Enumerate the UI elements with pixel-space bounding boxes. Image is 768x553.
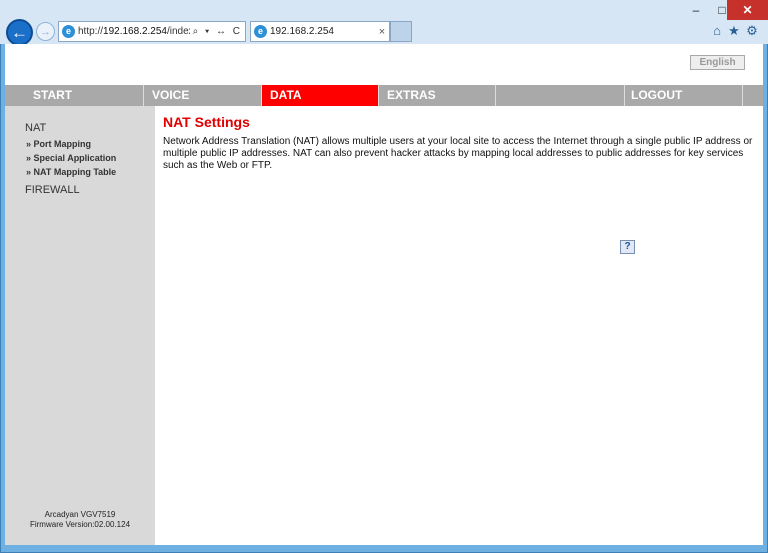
nav-data[interactable]: DATA — [262, 85, 379, 106]
nav-voice[interactable]: VOICE — [144, 85, 262, 106]
help-icon[interactable]: ? — [620, 240, 635, 254]
sidebar-item-nat-mapping-table[interactable]: » NAT Mapping Table — [26, 167, 116, 177]
main-nav: START VOICE DATA EXTRAS LOGOUT — [5, 85, 763, 106]
tab-ie-icon: e — [254, 25, 267, 38]
browser-tab[interactable]: e 192.168.2.254 × — [250, 21, 390, 42]
nav-logout[interactable]: LOGOUT — [625, 85, 743, 106]
language-button[interactable]: English — [690, 55, 745, 70]
star-icon[interactable]: ★ — [726, 23, 742, 39]
sidebar-item-special-application[interactable]: » Special Application — [26, 153, 116, 163]
device-model: Arcadyan VGV7519 — [44, 510, 116, 519]
minimize-button[interactable]: – — [683, 0, 709, 20]
address-host: 192.168.2.254 — [103, 26, 167, 37]
nav-blank — [496, 85, 625, 106]
address-path: /index1.st — [166, 26, 190, 37]
sidebar-section-firewall[interactable]: FIREWALL — [25, 184, 80, 196]
address-tools-icons[interactable]: ⌕ ▾ ↔ C — [190, 26, 245, 37]
back-arrow-icon: ← — [11, 22, 28, 42]
address-text[interactable]: http://192.168.2.254/index1.st — [78, 26, 190, 37]
sidebar: NAT » Port Mapping » Special Application… — [5, 106, 155, 545]
main-content: NAT Settings Network Address Translation… — [163, 114, 758, 172]
forward-arrow-icon: → — [40, 25, 51, 38]
tab-close-icon[interactable]: × — [375, 26, 389, 38]
gear-icon[interactable]: ⚙ — [744, 23, 760, 39]
nat-description: Network Address Translation (NAT) allows… — [163, 136, 753, 171]
sidebar-section-nat[interactable]: NAT — [25, 122, 46, 134]
browser-titlebar: – □ ✕ ← → e http://192.168.2.254/index1.… — [0, 0, 768, 46]
firmware-version: Firmware Version:02.00.124 — [29, 520, 131, 529]
address-prefix: http:// — [78, 26, 104, 37]
page-viewport: English START VOICE DATA EXTRAS LOGOUT N… — [5, 44, 763, 545]
close-button[interactable]: ✕ — [727, 0, 768, 20]
ie-page-icon: e — [62, 25, 75, 38]
sidebar-item-port-mapping[interactable]: » Port Mapping — [26, 139, 91, 149]
nav-extras[interactable]: EXTRAS — [379, 85, 496, 106]
new-tab-button[interactable] — [390, 21, 412, 42]
tab-title: 192.168.2.254 — [270, 26, 334, 37]
page-title: NAT Settings — [163, 114, 250, 130]
back-button[interactable]: ← — [6, 19, 33, 46]
address-bar[interactable]: e http://192.168.2.254/index1.st ⌕ ▾ ↔ C — [58, 21, 246, 42]
home-icon[interactable]: ⌂ — [709, 23, 725, 39]
nav-start[interactable]: START — [5, 85, 144, 106]
forward-button[interactable]: → — [36, 22, 55, 41]
